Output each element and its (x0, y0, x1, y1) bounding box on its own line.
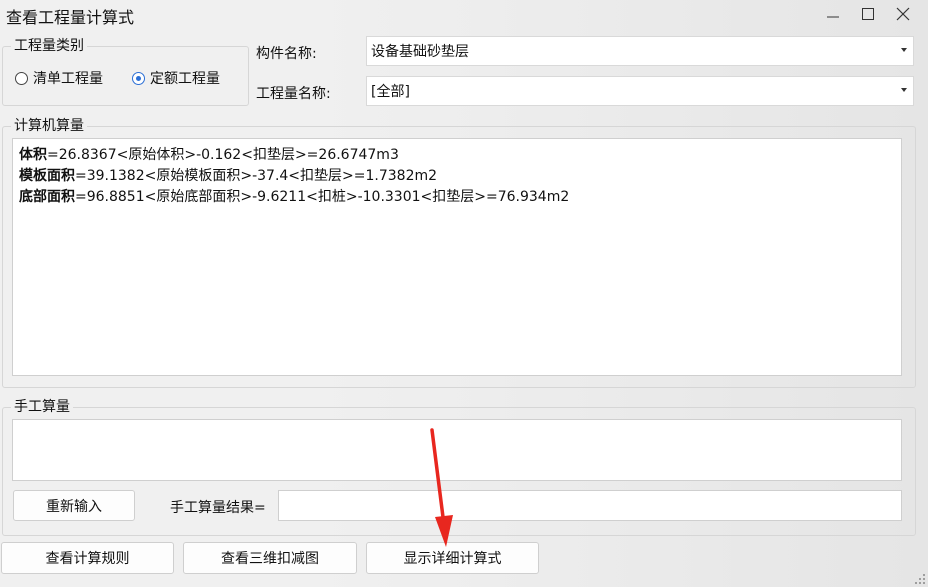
dropdown-arrow-icon (901, 88, 907, 92)
maximize-button[interactable] (853, 2, 883, 26)
show-detail-formula-button[interactable]: 显示详细计算式 (366, 542, 539, 574)
manual-result-input[interactable] (278, 490, 902, 521)
reenter-button[interactable]: 重新输入 (13, 490, 135, 521)
maximize-icon (862, 8, 874, 20)
formula-name: 体积 (19, 147, 47, 163)
component-name-select[interactable]: 设备基础砂垫层 (366, 36, 914, 66)
formula-name: 模板面积 (19, 168, 75, 184)
component-name-label: 构件名称: (256, 46, 317, 62)
title-bar: 查看工程量计算式 (0, 0, 928, 30)
quantity-name-label: 工程量名称: (256, 86, 331, 102)
component-name-value: 设备基础砂垫层 (371, 44, 469, 60)
formula-line-formwork: 模板面积=39.1382<原始模板面积>-37.4<扣垫层>=1.7382m2 (19, 166, 895, 187)
formula-expression: =39.1382<原始模板面积>-37.4<扣垫层>=1.7382m2 (75, 168, 438, 184)
radio-quota-label: 定额工程量 (150, 71, 220, 87)
view-3d-deduction-button[interactable]: 查看三维扣减图 (183, 542, 357, 574)
close-icon (896, 7, 910, 21)
minimize-icon (827, 16, 839, 18)
manual-result-label: 手工算量结果= (170, 500, 266, 516)
category-legend: 工程量类别 (11, 38, 87, 54)
quantity-name-value: [全部] (371, 84, 410, 100)
category-group: 工程量类别 清单工程量 定额工程量 (2, 38, 249, 106)
close-button[interactable] (888, 2, 918, 26)
manual-calc-textarea[interactable] (12, 419, 902, 481)
dropdown-arrow-icon (901, 48, 907, 52)
formula-line-bottom-area: 底部面积=96.8851<原始底部面积>-9.6211<扣桩>-10.3301<… (19, 187, 895, 208)
window-title: 查看工程量计算式 (6, 8, 135, 27)
radio-bill-quantity[interactable]: 清单工程量 (15, 68, 103, 88)
view-rules-button[interactable]: 查看计算规则 (1, 542, 174, 574)
radio-unchecked-icon (15, 71, 28, 85)
radio-checked-icon (132, 71, 145, 85)
minimize-button[interactable] (818, 2, 848, 26)
manual-calc-legend: 手工算量 (11, 399, 73, 415)
resize-grip-icon[interactable] (914, 573, 926, 585)
radio-quota-quantity[interactable]: 定额工程量 (132, 68, 220, 88)
quantity-name-select[interactable]: [全部] (366, 76, 914, 106)
formula-expression: =26.8367<原始体积>-0.162<扣垫层>=26.6747m3 (47, 147, 399, 163)
formula-expression: =96.8851<原始底部面积>-9.6211<扣桩>-10.3301<扣垫层>… (75, 189, 570, 205)
formula-name: 底部面积 (19, 189, 75, 205)
formula-line-volume: 体积=26.8367<原始体积>-0.162<扣垫层>=26.6747m3 (19, 145, 895, 166)
computer-calc-textarea[interactable]: 体积=26.8367<原始体积>-0.162<扣垫层>=26.6747m3 模板… (12, 138, 902, 376)
radio-bill-label: 清单工程量 (33, 71, 103, 87)
computer-calc-legend: 计算机算量 (11, 118, 87, 134)
